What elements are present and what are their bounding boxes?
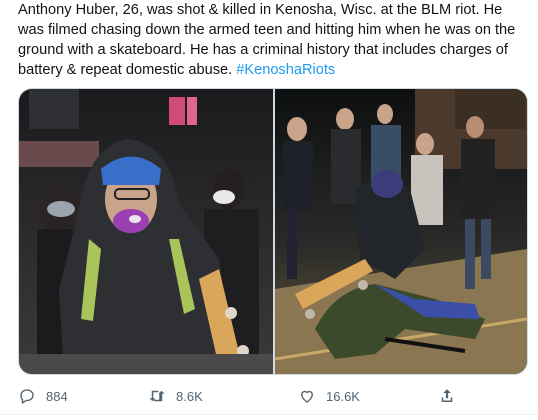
like-button[interactable]: 16.6K: [298, 387, 438, 405]
tweet-media[interactable]: [18, 88, 528, 375]
reply-icon: [20, 389, 34, 404]
reply-count: 884: [46, 388, 68, 404]
media-photo-right[interactable]: [275, 89, 527, 374]
share-button[interactable]: [438, 387, 456, 405]
photo-man-with-skateboard: [19, 89, 273, 374]
like-count: 16.6K: [326, 388, 360, 404]
tweet-actions: 884 8.6K 16.6K: [18, 384, 518, 408]
tweet-text: Anthony Huber, 26, was shot & killed in …: [18, 0, 530, 80]
media-photo-left[interactable]: [19, 89, 273, 374]
retweet-icon: [149, 390, 165, 402]
retweet-button[interactable]: 8.6K: [148, 387, 293, 405]
retweet-count: 8.6K: [176, 388, 203, 404]
share-icon: [441, 389, 453, 402]
hashtag-link[interactable]: #KenoshaRiots: [236, 62, 335, 78]
photo-street-scuffle: [275, 89, 527, 374]
reply-button[interactable]: 884: [18, 387, 143, 405]
like-icon: [301, 390, 313, 403]
tweet-divider: [0, 414, 538, 415]
